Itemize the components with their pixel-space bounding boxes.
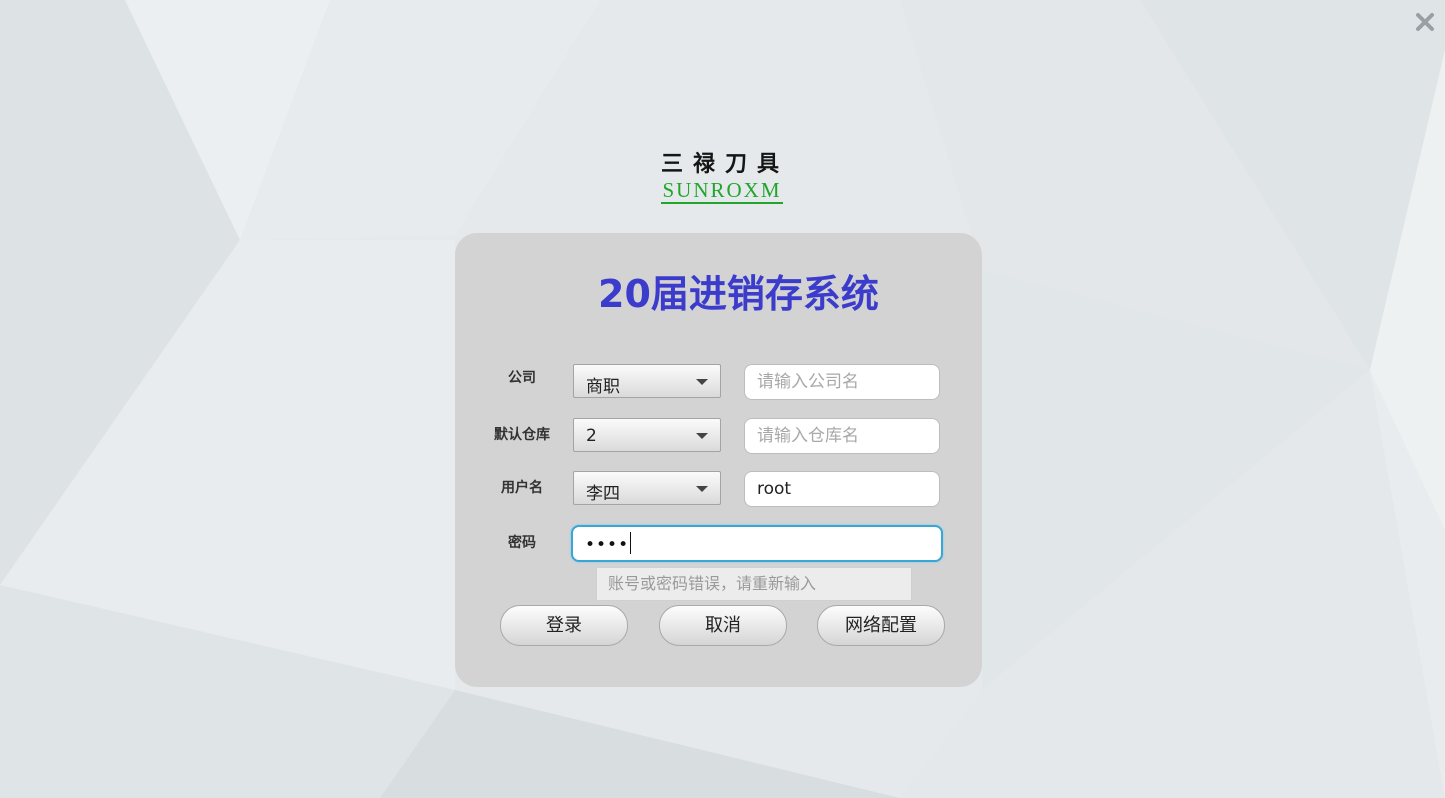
logo-english-text: SUNROXM [661,178,783,204]
company-name-input[interactable] [744,364,940,400]
chevron-down-icon [696,379,708,385]
password-input[interactable]: •••• [571,525,943,562]
user-select[interactable]: 李四 [573,471,721,505]
username-label: 用户名 [501,480,543,496]
system-title: 20届进销存系统 [598,272,879,316]
user-select-value: 李四 [586,484,620,504]
company-logo: 三禄刀具 SUNROXM [654,150,790,210]
chevron-down-icon [696,433,708,439]
warehouse-select-value: 2 [586,426,597,446]
close-icon[interactable] [1412,9,1438,35]
company-label: 公司 [508,370,536,386]
password-masked-value: •••• [585,532,632,555]
logo-chinese-text: 三禄刀具 [660,151,789,177]
cancel-button[interactable]: 取消 [659,605,787,646]
password-label: 密码 [508,535,536,551]
warehouse-name-input[interactable] [744,418,940,454]
text-caret [630,532,632,554]
company-select[interactable]: 商职 [573,364,721,398]
login-screen: 三禄刀具 SUNROXM 20届进销存系统 公司 商职 默认仓库 2 用户名 李… [0,0,1445,798]
network-config-button[interactable]: 网络配置 [817,605,945,646]
close-button[interactable] [1412,9,1438,35]
chevron-down-icon [696,486,708,492]
warehouse-label: 默认仓库 [494,427,550,443]
error-message: 账号或密码错误，请重新输入 [596,567,912,601]
login-panel: 20届进销存系统 公司 商职 默认仓库 2 用户名 李四 密码 •••• 账号或… [455,233,982,687]
warehouse-select[interactable]: 2 [573,418,721,452]
login-button[interactable]: 登录 [500,605,628,646]
company-select-value: 商职 [586,377,620,397]
username-input[interactable] [744,471,940,507]
